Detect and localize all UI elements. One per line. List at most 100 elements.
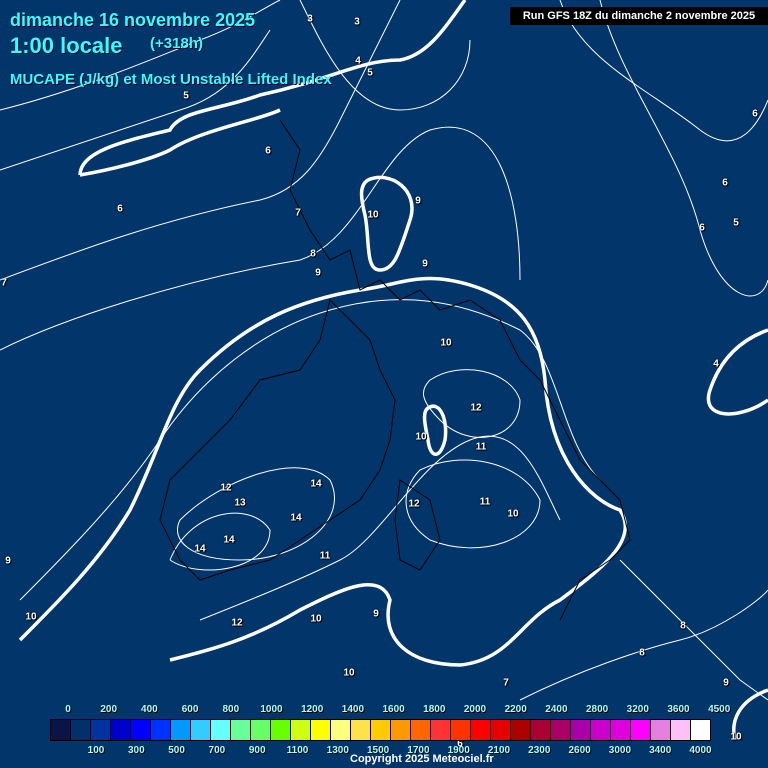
legend-top-label: 1400 bbox=[341, 704, 365, 715]
legend-swatch bbox=[651, 720, 671, 740]
legend-swatch bbox=[451, 720, 471, 740]
contour-label: 8 bbox=[639, 647, 645, 659]
contour-label: 9 bbox=[422, 258, 428, 270]
legend-swatch bbox=[631, 720, 651, 740]
contour-label: 12 bbox=[220, 482, 232, 494]
legend-swatch bbox=[311, 720, 331, 740]
contour-map bbox=[0, 0, 768, 741]
contour-label: 14 bbox=[290, 512, 302, 524]
contour-label: 7 bbox=[503, 677, 509, 689]
contour-label: 8 bbox=[680, 620, 686, 632]
legend-swatch bbox=[111, 720, 131, 740]
legend-swatch bbox=[211, 720, 231, 740]
coastline bbox=[394, 479, 441, 571]
contour-label: 5 bbox=[367, 67, 373, 79]
legend-swatch bbox=[551, 720, 571, 740]
map-title: MUCAPE (J/kg) et Most Unstable Lifted In… bbox=[10, 71, 332, 88]
legend-bottom-label: 4000 bbox=[689, 745, 712, 756]
legend-bottom-label: 3000 bbox=[608, 745, 632, 756]
contour-label: 10 bbox=[415, 431, 427, 443]
forecast-time: 1:00 locale bbox=[10, 33, 123, 58]
contour-label: 13 bbox=[234, 497, 246, 509]
contour-label: 14 bbox=[310, 478, 322, 490]
legend-swatch bbox=[491, 720, 511, 740]
contour-line bbox=[299, 0, 471, 111]
legend-swatch bbox=[171, 720, 191, 740]
coastline bbox=[279, 119, 631, 621]
legend-swatch bbox=[371, 720, 391, 740]
contour-label: 3 bbox=[307, 13, 313, 25]
contour-label: 11 bbox=[319, 550, 331, 562]
legend-swatch bbox=[351, 720, 371, 740]
contour-label: 7 bbox=[1, 277, 7, 289]
legend-swatch bbox=[91, 720, 111, 740]
forecast-date: dimanche 16 novembre 2025 bbox=[10, 10, 256, 30]
legend-bottom-label: 1100 bbox=[286, 745, 309, 756]
contour-label: 8 bbox=[310, 248, 316, 260]
contour-label: 6 bbox=[117, 203, 123, 215]
contour-label: 3 bbox=[354, 16, 360, 28]
legend-bottom-label: 1300 bbox=[326, 745, 349, 756]
legend-swatch bbox=[571, 720, 591, 740]
legend-top-label: 1200 bbox=[301, 704, 324, 715]
contour-label: 7 bbox=[295, 207, 301, 219]
coastline bbox=[159, 299, 396, 581]
contour-label: 10 bbox=[310, 613, 322, 625]
contour-line-bold bbox=[706, 328, 768, 416]
legend-top-label: 2800 bbox=[585, 704, 609, 715]
contour-label: 6 bbox=[752, 108, 758, 120]
contour-label: 12 bbox=[470, 402, 482, 414]
legend-top-label: 1600 bbox=[382, 704, 405, 715]
lead-time: (+318h) bbox=[150, 35, 203, 52]
contour-label: 5 bbox=[183, 90, 189, 102]
legend-top-label: 0 bbox=[65, 704, 71, 715]
contour-line bbox=[0, 126, 521, 351]
contour-label: 4 bbox=[355, 55, 361, 67]
legend-top-label: 1800 bbox=[423, 704, 446, 715]
run-info: Run GFS 18Z du dimanche 2 novembre 2025 bbox=[510, 7, 768, 25]
contour-label: 12 bbox=[408, 498, 420, 510]
legend-bottom-label: 900 bbox=[248, 745, 266, 756]
contour-label: 14 bbox=[223, 534, 235, 546]
legend-bottom-label: 300 bbox=[127, 745, 145, 756]
legend-swatch bbox=[291, 720, 311, 740]
contour-label: 10 bbox=[730, 731, 742, 743]
contour-label: 6 bbox=[722, 177, 728, 189]
legend-swatch bbox=[411, 720, 431, 740]
legend-top-label: 3200 bbox=[626, 704, 649, 715]
legend-top-label: 3600 bbox=[667, 704, 690, 715]
legend-swatch bbox=[471, 720, 491, 740]
contour-line bbox=[519, 589, 768, 701]
legend-top-label: 2200 bbox=[504, 704, 527, 715]
contour-line bbox=[169, 512, 271, 571]
legend-swatch bbox=[671, 720, 691, 740]
legend-swatch bbox=[151, 720, 171, 740]
contour-label: 9 bbox=[415, 195, 421, 207]
contour-label: 10 bbox=[367, 209, 379, 221]
legend-swatch bbox=[431, 720, 451, 740]
contour-line bbox=[405, 459, 541, 549]
legend-swatch bbox=[611, 720, 631, 740]
legend-swatch bbox=[191, 720, 211, 740]
legend-top-label: 2400 bbox=[545, 704, 568, 715]
contour-label: 10 bbox=[440, 337, 452, 349]
legend-top-label: 400 bbox=[141, 704, 158, 715]
contour-label: 10 bbox=[25, 611, 37, 623]
legend-top-label: 4500 bbox=[708, 704, 731, 715]
contour-line-bold bbox=[18, 276, 628, 667]
contour-label: 11 bbox=[475, 441, 487, 453]
legend-swatch bbox=[531, 720, 551, 740]
legend-swatch bbox=[331, 720, 351, 740]
legend-swatch bbox=[51, 720, 71, 740]
contour-label: 4 bbox=[713, 358, 719, 370]
legend-top-label: 2000 bbox=[463, 704, 487, 715]
legend-swatch bbox=[231, 720, 251, 740]
contour-label: 6 bbox=[265, 145, 271, 157]
contour-line bbox=[19, 299, 601, 601]
contour-label: 9 bbox=[373, 608, 379, 620]
contour-label: 10 bbox=[343, 667, 355, 679]
legend-top-label: 200 bbox=[100, 704, 118, 715]
legend-swatch bbox=[71, 720, 91, 740]
legend-swatch bbox=[131, 720, 151, 740]
legend-swatch bbox=[251, 720, 271, 740]
